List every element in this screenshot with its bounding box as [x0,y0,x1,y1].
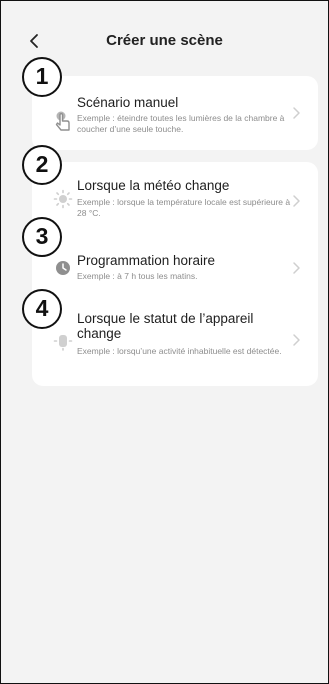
chevron-right-icon [293,262,300,274]
option-label: Scénario manuel [77,95,179,110]
page-title: Créer une scène [106,32,223,49]
app-screen: Créer une scène Scénario manuel Exemple … [0,0,329,684]
option-label: Programmation horaire [77,253,216,268]
option-label: Lorsque le statut de l’appareil change [77,311,254,341]
option-description: Exemple : éteindre toutes les lumières d… [77,113,285,134]
option-label: Lorsque la météo change [77,178,230,193]
sun-icon [53,189,73,209]
option-weather-change[interactable]: Lorsque la météo change Exemple : lorsqu… [32,162,318,220]
callout-number-4: 4 [22,289,62,329]
option-manual-scenario[interactable]: Scénario manuel Exemple : éteindre toute… [32,76,318,150]
chevron-right-icon [293,195,300,207]
clock-icon [56,261,70,275]
option-description: Exemple : à 7 h tous les matins. [77,271,198,281]
option-description: Exemple : lorsque la température locale … [77,197,291,218]
chevron-right-icon [293,334,300,346]
manual-scene-card: Scénario manuel Exemple : éteindre toute… [32,76,318,150]
automation-card: Lorsque la météo change Exemple : lorsqu… [32,162,318,386]
device-status-icon [53,335,73,351]
chevron-right-icon [293,107,300,119]
option-description: Exemple : lorsqu’une activité inhabituel… [77,346,282,356]
option-time-schedule[interactable]: Programmation horaire Exemple : à 7 h to… [32,242,318,286]
tap-hand-icon [55,111,70,131]
callout-number-3: 3 [22,217,62,257]
option-device-status-change[interactable]: Lorsque le statut de l’appareil change E… [32,300,318,380]
callout-number-2: 2 [22,145,62,185]
callout-number-1: 1 [22,57,62,97]
